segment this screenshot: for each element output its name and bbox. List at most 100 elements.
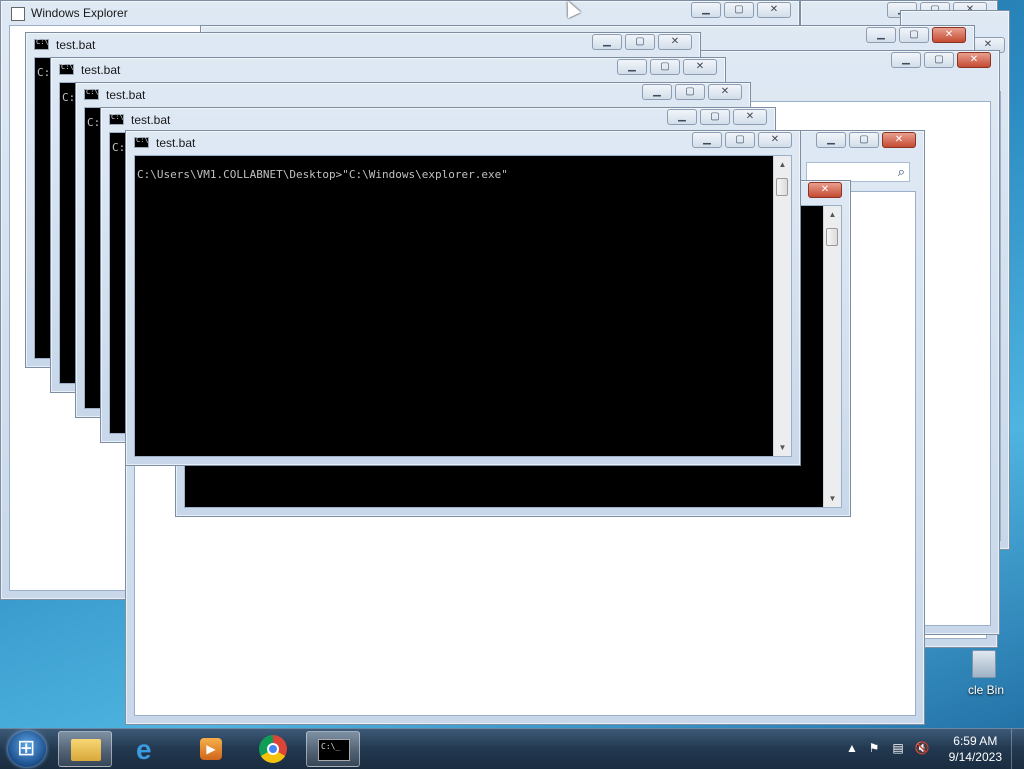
minimize-icon: ▁	[827, 134, 835, 145]
close-icon: ✕	[983, 39, 993, 50]
close-icon: ✕	[894, 134, 904, 145]
minimize-icon: ▁	[628, 61, 636, 72]
start-button[interactable]	[8, 731, 46, 767]
close-button[interactable]: ✕	[758, 132, 792, 148]
scroll-down-arrow[interactable]: ▼	[824, 490, 841, 507]
close-icon: ✕	[770, 134, 780, 145]
window-title: test.bat	[106, 88, 146, 102]
scroll-thumb[interactable]	[776, 178, 788, 196]
maximize-icon: ▢	[734, 4, 744, 15]
window-title: test.bat	[131, 113, 171, 127]
window-title: test.bat	[56, 38, 96, 52]
maximize-icon: ▢	[859, 134, 869, 145]
maximize-icon: ▢	[660, 61, 670, 72]
console-icon	[134, 136, 149, 148]
window-title: test.bat	[156, 136, 196, 150]
scroll-up-arrow[interactable]: ▲	[774, 156, 791, 173]
console-icon	[84, 88, 99, 100]
close-button[interactable]: ✕	[733, 109, 767, 125]
title-bar[interactable]: test.bat ▁ ▢ ✕	[76, 83, 750, 107]
scroll-down-arrow[interactable]: ▼	[774, 439, 791, 456]
window-title: Windows Explorer	[31, 6, 128, 20]
close-button[interactable]: ✕	[708, 84, 742, 100]
close-button[interactable]: ✕	[808, 182, 842, 198]
taskbar: e ▶ C:\_ ▲ ⚑ ▤ 🔇 6:59 AM 9/14/2023	[0, 728, 1024, 769]
minimize-button[interactable]: ▁	[691, 2, 721, 18]
console-window-front: test.bat ▁ ▢ ✕ C:\Users\VM1.COLLABNET\De…	[125, 130, 801, 466]
recycle-bin-icon[interactable]	[972, 650, 996, 678]
close-button[interactable]: ✕	[658, 34, 692, 50]
maximize-button[interactable]: ▢	[725, 132, 755, 148]
recycle-bin-label: cle Bin	[968, 683, 1005, 697]
scroll-thumb[interactable]	[826, 228, 838, 246]
close-icon: ✕	[745, 111, 755, 122]
minimize-icon: ▁	[902, 54, 910, 65]
title-bar[interactable]: Windows Explorer ▁ ▢ ✕	[1, 1, 799, 25]
close-button[interactable]: ✕	[882, 132, 916, 148]
show-desktop-button[interactable]	[1011, 729, 1024, 769]
maximize-icon: ▢	[685, 86, 695, 97]
minimize-icon: ▁	[653, 86, 661, 97]
close-button[interactable]: ✕	[957, 52, 991, 68]
maximize-icon: ▢	[635, 36, 645, 47]
console-text: C:	[62, 91, 76, 104]
close-button[interactable]: ✕	[683, 59, 717, 75]
show-hidden-icons-button[interactable]: ▲	[844, 741, 860, 757]
maximize-icon: ▢	[934, 54, 944, 65]
console-text: C:	[37, 66, 51, 79]
taskbar-windows-explorer[interactable]	[58, 731, 112, 767]
minimize-button[interactable]: ▁	[816, 132, 846, 148]
scrollbar[interactable]: ▲ ▼	[773, 156, 791, 456]
maximize-icon: ▢	[710, 111, 720, 122]
minimize-button[interactable]: ▁	[642, 84, 672, 100]
clock-date: 9/14/2023	[948, 750, 1002, 764]
console-command-line: C:\Users\VM1.COLLABNET\Desktop>"C:\Windo…	[137, 168, 508, 181]
volume-muted-icon[interactable]: 🔇	[914, 741, 930, 757]
search-box[interactable]: ⌕	[806, 162, 910, 182]
console-icon	[34, 38, 49, 50]
scrollbar[interactable]: ▲ ▼	[823, 206, 841, 507]
minimize-icon: ▁	[603, 36, 611, 47]
clock[interactable]: 6:59 AM 9/14/2023	[949, 733, 1002, 765]
internet-explorer-icon: e	[136, 734, 152, 765]
console-icon	[109, 113, 124, 125]
close-button[interactable]: ✕	[757, 2, 791, 18]
taskbar-internet-explorer[interactable]: e	[122, 731, 176, 767]
scroll-up-arrow[interactable]: ▲	[824, 206, 841, 223]
minimize-button[interactable]: ▁	[692, 132, 722, 148]
close-button[interactable]: ✕	[932, 27, 966, 43]
close-icon: ✕	[695, 61, 705, 72]
title-bar[interactable]: test.bat ▁ ▢ ✕	[126, 131, 800, 155]
media-player-icon: ▶	[200, 738, 222, 760]
maximize-button[interactable]: ▢	[724, 2, 754, 18]
maximize-icon: ▢	[735, 134, 745, 145]
title-bar[interactable]: test.bat ▁ ▢ ✕	[101, 108, 775, 132]
minimize-icon: ▁	[703, 134, 711, 145]
console-icon	[59, 63, 74, 75]
minimize-button[interactable]: ▁	[891, 52, 921, 68]
minimize-button[interactable]: ▁	[617, 59, 647, 75]
maximize-button[interactable]: ▢	[675, 84, 705, 100]
minimize-button[interactable]: ▁	[866, 27, 896, 43]
minimize-button[interactable]: ▁	[667, 109, 697, 125]
console-text: C:	[87, 116, 101, 129]
action-center-flag-icon[interactable]: ⚑	[866, 741, 882, 757]
chrome-icon	[259, 735, 287, 763]
close-icon: ✕	[670, 36, 680, 47]
maximize-button[interactable]: ▢	[650, 59, 680, 75]
console-output[interactable]: C:\Users\VM1.COLLABNET\Desktop>"C:\Windo…	[134, 155, 792, 457]
network-icon[interactable]: ▤	[890, 741, 906, 757]
maximize-button[interactable]: ▢	[700, 109, 730, 125]
maximize-button[interactable]: ▢	[899, 27, 929, 43]
title-bar[interactable]: test.bat ▁ ▢ ✕	[51, 58, 725, 82]
console-text: C:	[112, 141, 126, 154]
minimize-button[interactable]: ▁	[592, 34, 622, 50]
maximize-button[interactable]: ▢	[625, 34, 655, 50]
maximize-button[interactable]: ▢	[849, 132, 879, 148]
taskbar-media-player[interactable]: ▶	[184, 731, 238, 767]
title-bar[interactable]: test.bat ▁ ▢ ✕	[26, 33, 700, 57]
taskbar-command-prompt[interactable]: C:\_	[306, 731, 360, 767]
minimize-icon: ▁	[678, 111, 686, 122]
maximize-button[interactable]: ▢	[924, 52, 954, 68]
taskbar-chrome[interactable]	[246, 731, 300, 767]
